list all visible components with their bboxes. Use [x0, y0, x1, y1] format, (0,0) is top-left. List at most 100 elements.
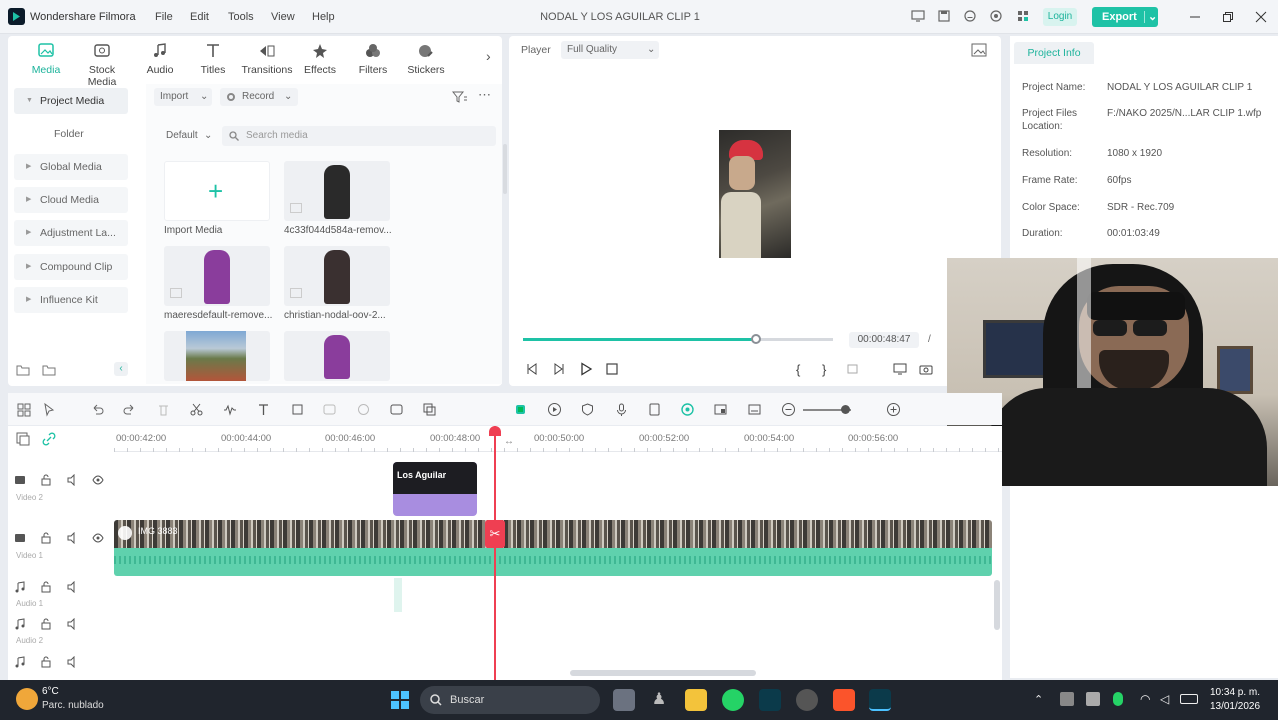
taskbar-date[interactable]: 13/01/2026: [1203, 701, 1267, 712]
ai-tools-icon[interactable]: [389, 402, 404, 417]
speaker-icon[interactable]: [66, 474, 78, 486]
compound-icon[interactable]: [422, 402, 437, 417]
redo-icon[interactable]: [122, 402, 137, 417]
wifi-icon[interactable]: ◠: [1140, 692, 1154, 706]
lock-icon[interactable]: [40, 656, 52, 668]
close-icon[interactable]: [1254, 10, 1268, 24]
undo-icon[interactable]: [90, 402, 105, 417]
battery-icon[interactable]: [1180, 694, 1198, 704]
microphone-tray-icon[interactable]: [1113, 692, 1123, 706]
color-icon[interactable]: [356, 402, 371, 417]
link-icon[interactable]: [42, 432, 56, 446]
tab-media[interactable]: Media: [20, 42, 72, 76]
sidebar-item-compound-clip[interactable]: ▶ Compound Clip: [14, 254, 128, 280]
menu-edit[interactable]: Edit: [190, 11, 209, 23]
voiceover-icon[interactable]: [647, 402, 662, 417]
cloud-icon[interactable]: [963, 9, 979, 25]
text-icon[interactable]: [256, 402, 271, 417]
zoom-slider-handle[interactable]: [841, 405, 850, 414]
shield-icon[interactable]: [580, 402, 595, 417]
snapshot-image-icon[interactable]: [971, 43, 987, 57]
play-icon[interactable]: [579, 362, 593, 376]
file-explorer-icon[interactable]: [685, 689, 707, 711]
timeline-vertical-scrollbar[interactable]: [994, 580, 1000, 630]
render-preview-icon[interactable]: [513, 402, 528, 417]
windows-start-icon[interactable]: [390, 690, 410, 710]
audio-clip-fragment[interactable]: [394, 578, 402, 612]
sidebar-item-folder[interactable]: Folder: [14, 121, 128, 147]
record-dropdown[interactable]: Record ⌄: [220, 88, 298, 106]
login-button[interactable]: Login: [1043, 8, 1077, 26]
tab-transitions[interactable]: Transitions: [241, 42, 293, 76]
current-timecode[interactable]: 00:00:48:47: [849, 332, 919, 348]
play-circle-icon[interactable]: [547, 402, 562, 417]
tab-audio[interactable]: Audio: [134, 42, 186, 76]
new-folder-icon[interactable]: [16, 364, 30, 376]
weather-description[interactable]: Parc. nublado: [42, 700, 104, 711]
tray-app-icon[interactable]: [1060, 692, 1074, 706]
layout-icon[interactable]: [16, 402, 31, 417]
import-dropdown[interactable]: Import ⌄: [154, 88, 212, 106]
tab-titles[interactable]: Titles: [187, 42, 239, 76]
restore-icon[interactable]: [1221, 10, 1235, 24]
media-item-thumbnail[interactable]: [284, 246, 390, 306]
speed-icon[interactable]: [322, 402, 337, 417]
render-icon[interactable]: [847, 362, 861, 376]
collapse-sidebar-icon[interactable]: ‹: [114, 362, 128, 376]
timeline-horizontal-scrollbar[interactable]: [570, 670, 756, 676]
media-item-thumbnail[interactable]: [164, 246, 270, 306]
whatsapp-icon[interactable]: [722, 689, 744, 711]
tray-app-icon[interactable]: [1086, 692, 1100, 706]
stop-icon[interactable]: [605, 362, 619, 376]
audio-split-icon[interactable]: [222, 402, 237, 417]
sidebar-item-project-media[interactable]: ▼ Project Media: [14, 88, 128, 114]
chevron-up-icon[interactable]: ⌃: [1034, 693, 1043, 706]
chevron-down-icon[interactable]: ⌄: [1148, 7, 1157, 27]
timeline-ruler[interactable]: 00:00:42:00 00:00:44:00 00:00:46:00 00:0…: [114, 426, 1002, 452]
import-media-tile[interactable]: +: [164, 161, 270, 221]
subtitle-icon[interactable]: [747, 402, 762, 417]
video-clip[interactable]: IMG 3883: [114, 520, 992, 576]
task-view-icon[interactable]: [613, 689, 635, 711]
chevron-right-icon[interactable]: ›: [486, 48, 491, 64]
mark-in-icon[interactable]: {: [796, 362, 810, 377]
menu-tools[interactable]: Tools: [228, 11, 254, 23]
menu-view[interactable]: View: [271, 11, 295, 23]
search-media-input[interactable]: Search media: [222, 126, 496, 146]
filmora-taskbar-icon[interactable]: [759, 689, 781, 711]
tab-stock-media[interactable]: Stock Media: [76, 42, 128, 88]
picture-in-picture-icon[interactable]: [713, 402, 728, 417]
tab-effects[interactable]: Effects: [294, 42, 346, 76]
export-button[interactable]: Export ⌄: [1092, 7, 1158, 27]
support-icon[interactable]: [989, 9, 1005, 25]
sidebar-item-influence-kit[interactable]: ▶ Influence Kit: [14, 287, 128, 313]
filter-sort-icon[interactable]: [452, 90, 468, 104]
minimize-icon[interactable]: [1188, 10, 1202, 24]
chess-pawn-icon[interactable]: ♟: [648, 689, 670, 711]
apps-grid-icon[interactable]: [1016, 9, 1032, 25]
speaker-icon[interactable]: [66, 618, 78, 630]
lock-icon[interactable]: [40, 474, 52, 486]
brave-icon[interactable]: [833, 689, 855, 711]
split-marker-icon[interactable]: ✂: [485, 520, 505, 548]
filmora-active-icon[interactable]: [869, 689, 891, 711]
previous-frame-icon[interactable]: [525, 362, 539, 376]
media-item-thumbnail[interactable]: [284, 161, 390, 221]
playhead[interactable]: [494, 426, 496, 680]
sidebar-item-global-media[interactable]: ▶ Global Media: [14, 154, 128, 180]
ai-sparkle-icon[interactable]: [680, 402, 695, 417]
speaker-icon[interactable]: [66, 656, 78, 668]
overlay-clip[interactable]: Los Aguilar: [393, 462, 477, 516]
mark-out-icon[interactable]: }: [822, 362, 836, 377]
more-options-icon[interactable]: ⋯: [478, 87, 491, 103]
menu-help[interactable]: Help: [312, 11, 335, 23]
media-scrollbar[interactable]: [503, 144, 507, 194]
tab-project-info[interactable]: Project Info: [1014, 42, 1094, 64]
next-frame-icon[interactable]: [552, 362, 566, 376]
menu-file[interactable]: File: [155, 11, 173, 23]
eye-icon[interactable]: [92, 474, 104, 486]
chrome-icon[interactable]: [796, 689, 818, 711]
taskbar-search[interactable]: Buscar: [420, 686, 600, 714]
zoom-out-icon[interactable]: [781, 402, 796, 417]
weather-icon[interactable]: [16, 688, 38, 710]
